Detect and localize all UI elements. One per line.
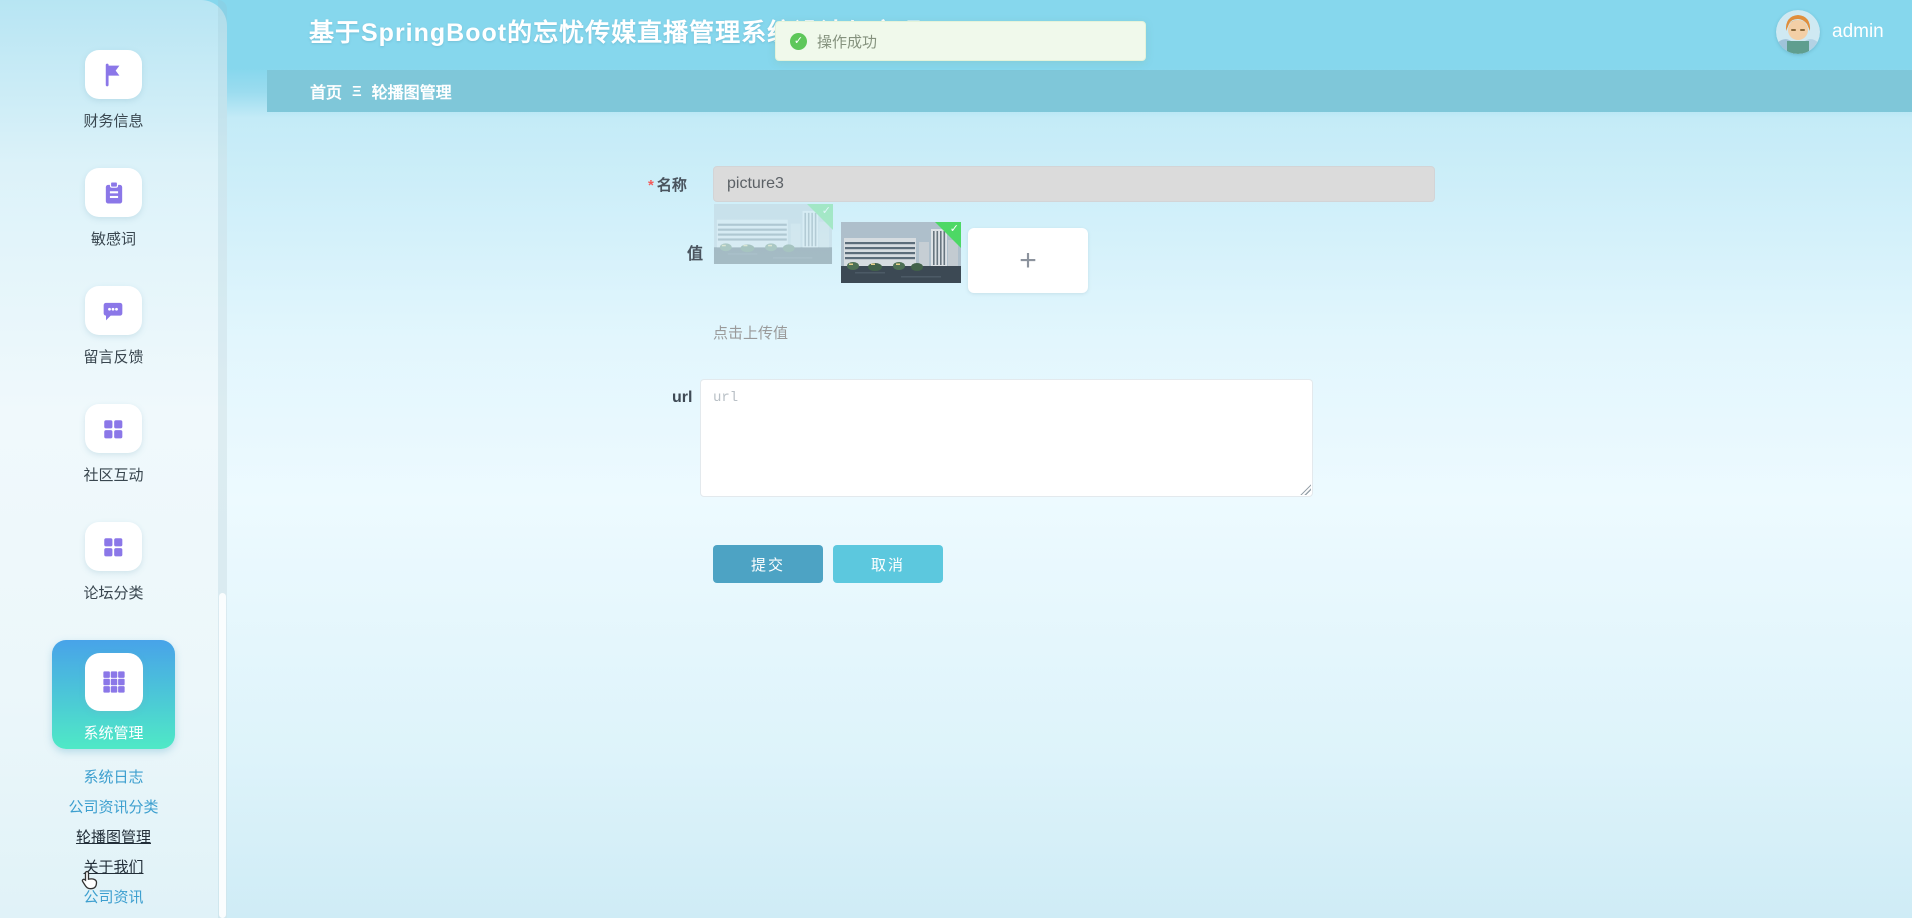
- sidebar-item-feedback[interactable]: 留言反馈: [83, 286, 143, 368]
- username-label[interactable]: admin: [1832, 21, 1884, 43]
- toast-message: 操作成功: [817, 31, 877, 52]
- name-field-label: *名称: [648, 174, 687, 195]
- sidebar-subitem-company-news-category[interactable]: 公司资讯分类: [68, 798, 158, 817]
- name-input[interactable]: [713, 166, 1435, 202]
- avatar-image: [1776, 10, 1820, 54]
- upload-hint-text: 点击上传值: [713, 322, 788, 343]
- sidebar-item-system-management-active[interactable]: 系统管理: [52, 640, 175, 749]
- plus-icon: +: [1019, 244, 1037, 278]
- url-textarea[interactable]: [700, 379, 1313, 497]
- comment-icon: [85, 286, 142, 335]
- textarea-resize-handle[interactable]: [1300, 484, 1311, 495]
- carousel-image-thumbnail-uploading[interactable]: ✓: [713, 204, 833, 264]
- breadcrumb-separator-icon: Ξ: [352, 83, 362, 100]
- sidebar-item-community[interactable]: 社区互动: [83, 404, 143, 486]
- check-icon: ✓: [950, 222, 959, 236]
- sidebar-item-label: 财务信息: [83, 112, 143, 132]
- upload-add-button[interactable]: +: [968, 228, 1088, 293]
- url-field-label: url: [672, 389, 692, 407]
- check-icon: ✓: [822, 204, 831, 218]
- sidebar-item-label: 论坛分类: [83, 584, 143, 604]
- sidebar-item-label: 社区互动: [83, 466, 143, 486]
- cancel-button[interactable]: 取消: [833, 545, 943, 583]
- breadcrumb: 首页 Ξ 轮播图管理: [267, 70, 1912, 112]
- breadcrumb-current: 轮播图管理: [372, 79, 452, 103]
- success-toast: ✓ 操作成功: [775, 21, 1146, 61]
- success-check-icon: ✓: [790, 33, 807, 50]
- value-field-label: 值: [687, 240, 703, 264]
- grid-icon: [85, 404, 142, 453]
- breadcrumb-home[interactable]: 首页: [310, 79, 342, 103]
- submit-button[interactable]: 提交: [713, 545, 823, 583]
- user-menu[interactable]: admin: [1776, 10, 1884, 54]
- mouse-cursor-icon: [78, 868, 102, 899]
- sidebar-subitem-carousel-management[interactable]: 轮播图管理: [76, 828, 151, 847]
- sidebar-scrollbar-thumb[interactable]: [219, 593, 226, 918]
- sidebar-item-sensitive-words[interactable]: 敏感词: [85, 168, 142, 250]
- grid9-icon: [85, 653, 143, 711]
- sidebar-item-label: 敏感词: [91, 230, 136, 250]
- sidebar-subitem-system-log[interactable]: 系统日志: [83, 768, 143, 787]
- required-asterisk: *: [648, 177, 654, 194]
- sidebar-item-label: 系统管理: [83, 722, 143, 743]
- avatar[interactable]: [1776, 10, 1820, 54]
- sidebar: 财务信息 敏感词 留言反馈: [0, 0, 227, 918]
- carousel-image-thumbnail[interactable]: ✓: [841, 222, 961, 283]
- grid-icon: [85, 522, 142, 571]
- clipboard-icon: [85, 168, 142, 217]
- sidebar-item-finance[interactable]: 财务信息: [83, 50, 143, 132]
- sidebar-item-forum-category[interactable]: 论坛分类: [83, 522, 143, 604]
- flag-icon: [85, 50, 142, 99]
- sidebar-item-label: 留言反馈: [83, 348, 143, 368]
